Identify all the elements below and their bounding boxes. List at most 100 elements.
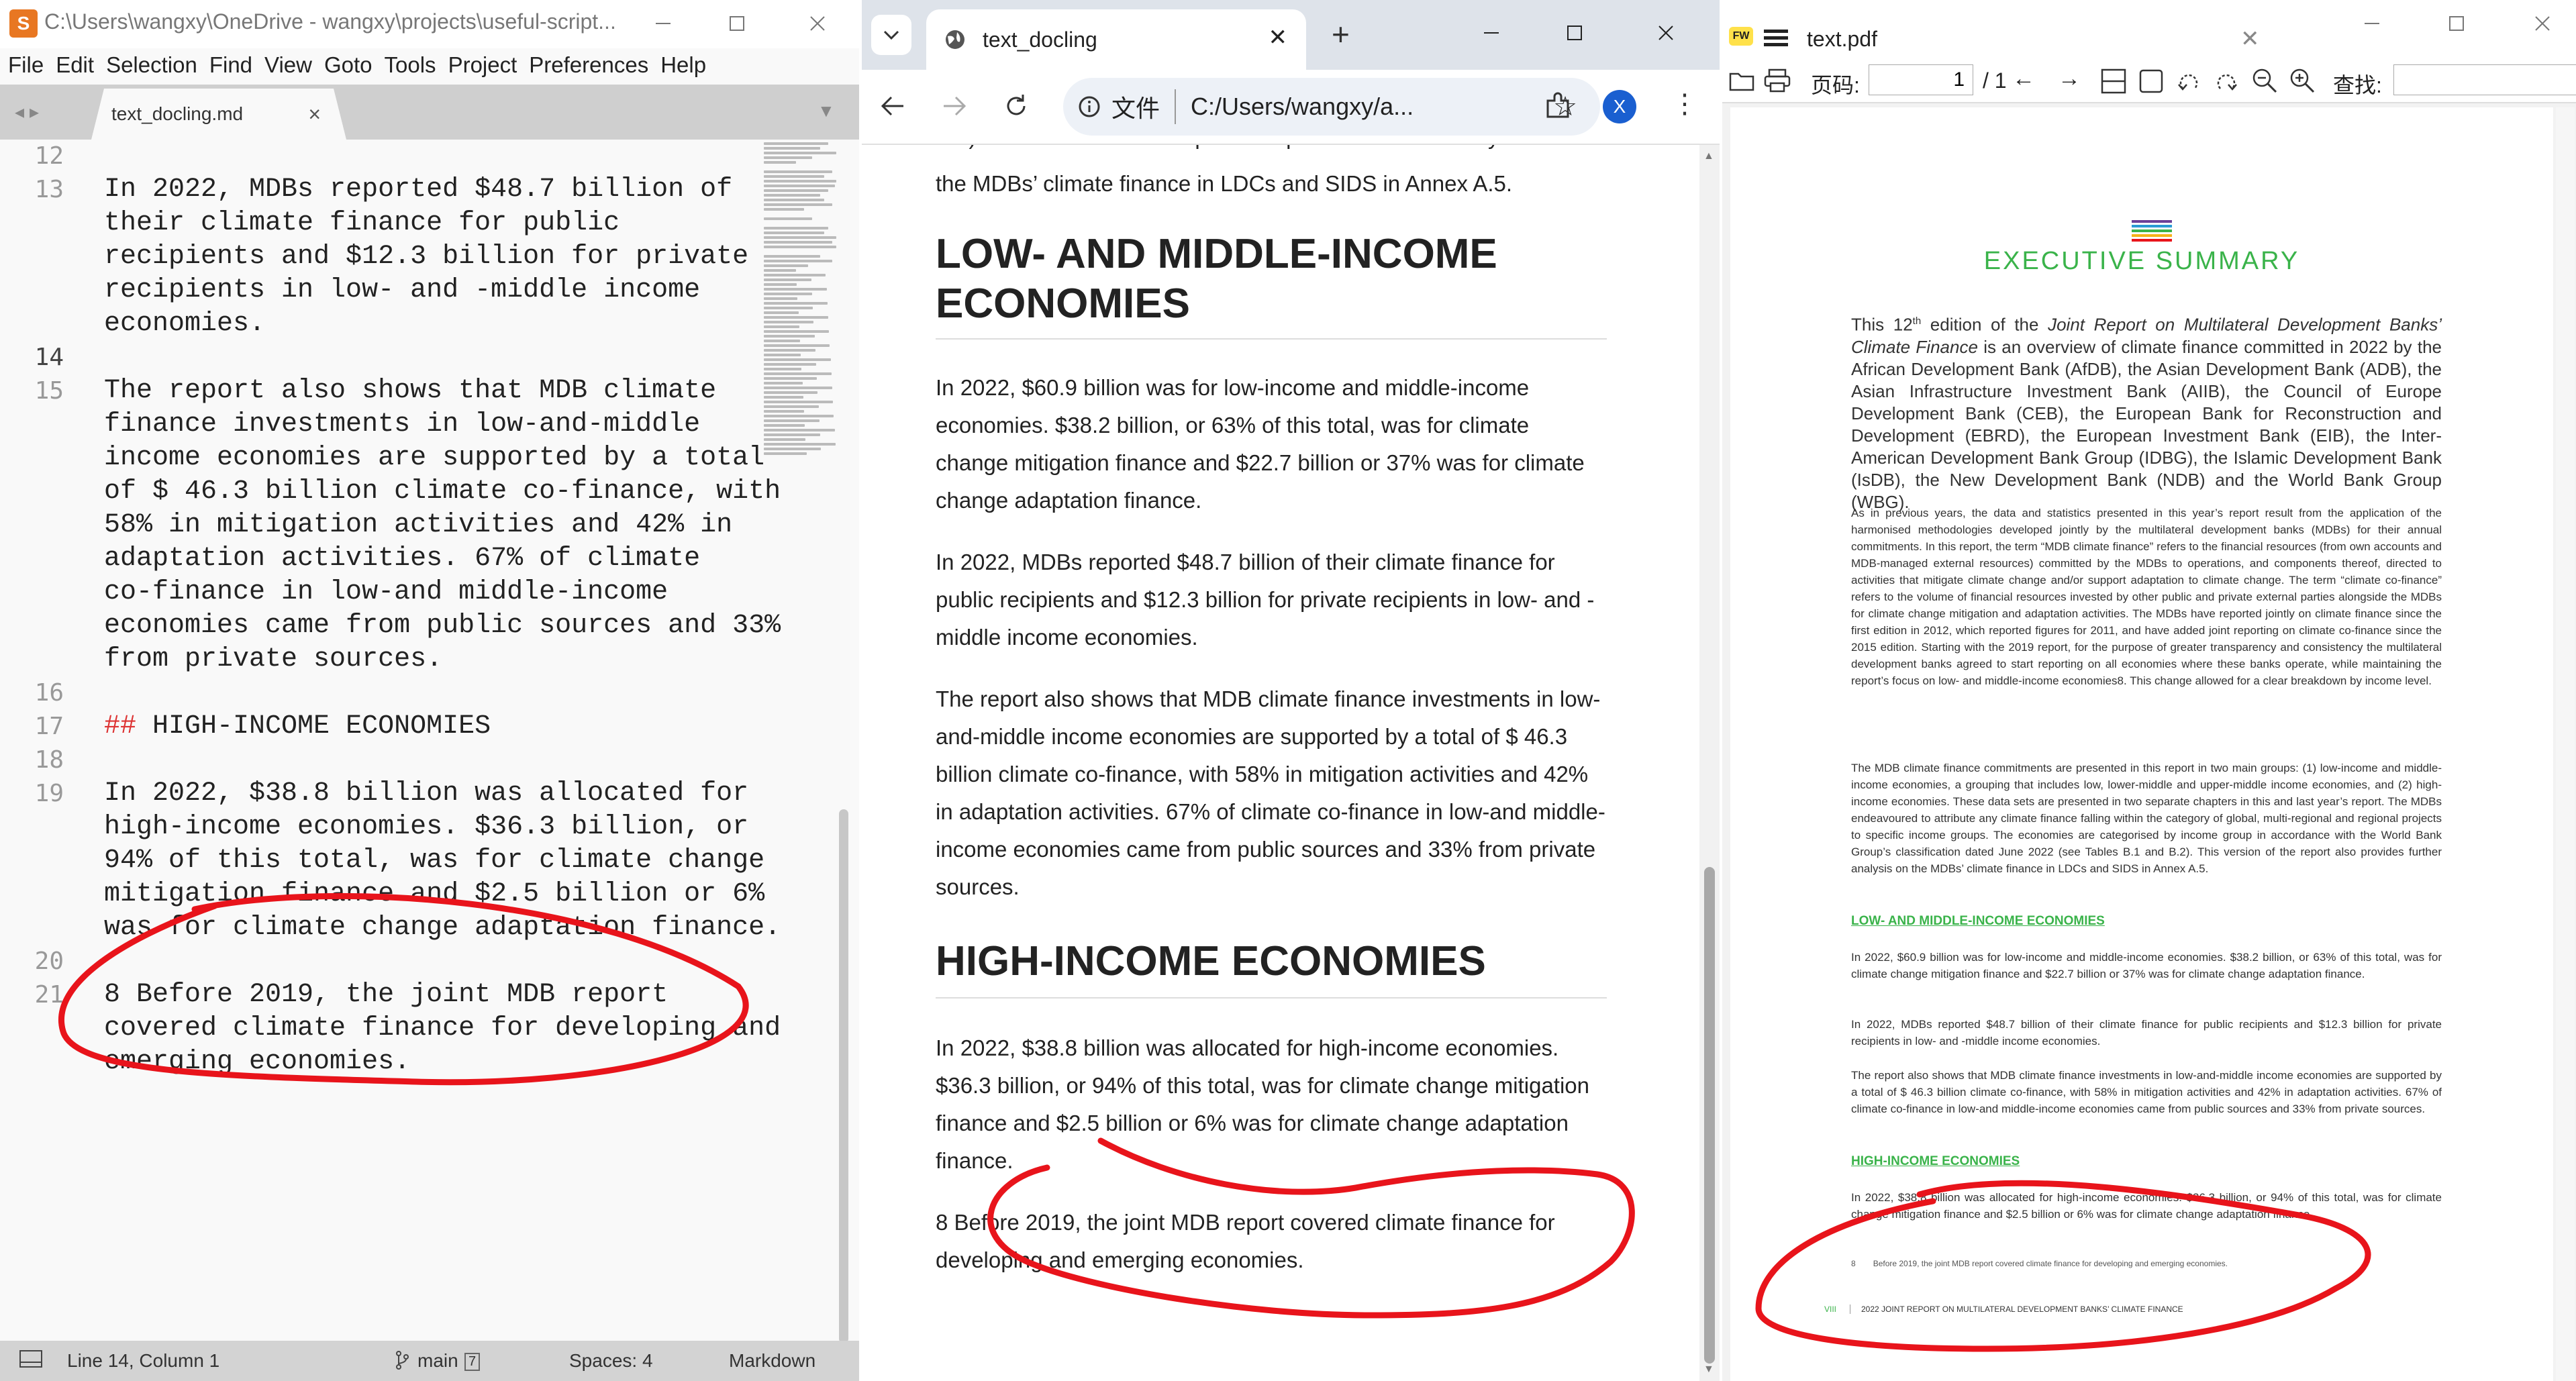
menu-item-tools[interactable]: Tools — [385, 52, 436, 78]
minimap-line — [764, 152, 836, 154]
paragraph: In 2022, $38.8 billion was allocated for… — [1851, 1191, 2442, 1221]
scroll-up-icon[interactable]: ▲ — [1703, 150, 1714, 162]
line-number[interactable]: 16 — [0, 679, 64, 707]
code-line: from private sources. — [104, 644, 443, 674]
intro-rest: is an overview of climate finance commit… — [1851, 336, 2442, 512]
menu-item-find[interactable]: Find — [209, 52, 252, 78]
fit-width-icon[interactable] — [2101, 68, 2126, 94]
open-folder-icon[interactable] — [1729, 70, 1756, 93]
rotate-right-icon[interactable] — [2214, 68, 2239, 94]
tab-nav-arrows-icon[interactable]: ◂▸ — [15, 101, 44, 123]
heading-hash: ## — [104, 711, 137, 741]
close-button[interactable] — [799, 7, 836, 40]
page-number-input[interactable] — [1869, 64, 1973, 95]
panel-toggle-icon[interactable] — [19, 1349, 43, 1369]
editor-scrollbar[interactable] — [839, 809, 848, 1343]
tab-close-icon[interactable]: × — [308, 102, 321, 127]
menu-item-view[interactable]: View — [264, 52, 312, 78]
info-icon[interactable] — [1078, 95, 1101, 118]
intro-prefix: This 12 — [1851, 314, 1913, 335]
scrollbar-thumb[interactable] — [1704, 867, 1715, 1364]
close-button[interactable] — [1647, 16, 1685, 50]
hamburger-menu-icon[interactable] — [1764, 28, 1788, 48]
previous-page-icon[interactable]: ← — [2012, 66, 2035, 92]
fit-page-icon[interactable] — [2138, 68, 2164, 94]
menu-item-help[interactable]: Help — [660, 52, 706, 78]
line-number[interactable]: 18 — [0, 746, 64, 774]
paragraph: In 2022, $60.9 billion was for low-incom… — [1851, 951, 2442, 980]
code-line: mitigation finance and $2.5 billion or 6… — [104, 879, 765, 909]
back-arrow-icon[interactable] — [879, 93, 906, 119]
line-number[interactable]: 17 — [0, 713, 64, 740]
minimap-line — [764, 156, 812, 159]
extensions-icon[interactable] — [1544, 91, 1573, 121]
line-number[interactable]: 21 — [0, 981, 64, 1009]
minimap-line — [764, 274, 826, 276]
tab-text-docling[interactable]: text_docling ✕ — [926, 9, 1306, 70]
pdf-scrollbar[interactable] — [2556, 107, 2575, 1381]
line-number[interactable]: 20 — [0, 948, 64, 975]
minimize-button[interactable] — [644, 7, 682, 40]
page-footer: 2022 JOINT REPORT ON MULTILATERAL DEVELO… — [1850, 1305, 2183, 1314]
line-number-gutter: 12 13 14 15 16 17 18 19 20 21 — [0, 140, 87, 1341]
minimap-line — [764, 330, 830, 333]
line-number[interactable]: 15 — [0, 377, 64, 405]
footnote: 8 Before 2019, the joint MDB report cover… — [1851, 1259, 2228, 1268]
minimize-button[interactable] — [2353, 7, 2391, 40]
rotate-left-icon[interactable] — [2176, 68, 2201, 94]
line-number[interactable]: 13 — [0, 176, 64, 203]
code-line: The report also shows that MDB climate — [104, 376, 717, 406]
zoom-out-icon[interactable] — [2251, 67, 2278, 94]
minimize-button[interactable] — [1473, 16, 1510, 50]
tab-close-icon[interactable]: ✕ — [2240, 25, 2260, 52]
find-input[interactable] — [2393, 64, 2576, 95]
new-tab-icon[interactable]: + — [1332, 16, 1350, 52]
scroll-down-icon[interactable]: ▼ — [1703, 1364, 1714, 1376]
cursor-position[interactable]: Line 14, Column 1 — [67, 1350, 219, 1372]
zoom-in-icon[interactable] — [2289, 67, 2316, 94]
tab-close-icon[interactable]: ✕ — [1269, 24, 1288, 51]
menu-item-goto[interactable]: Goto — [324, 52, 373, 78]
minimap[interactable] — [764, 142, 844, 505]
print-icon[interactable] — [1764, 68, 1791, 93]
line-number[interactable]: 19 — [0, 780, 64, 807]
maximize-button[interactable] — [718, 7, 756, 40]
intro-mid: edition of the — [1921, 314, 2048, 335]
profile-avatar[interactable]: X — [1603, 90, 1636, 123]
minimap-line — [764, 387, 832, 389]
menu-item-project[interactable]: Project — [448, 52, 517, 78]
next-page-icon[interactable]: → — [2058, 66, 2081, 92]
menu-item-selection[interactable]: Selection — [106, 52, 197, 78]
tab-text-docling[interactable]: text_docling.md × — [91, 89, 346, 140]
minimap-line — [764, 278, 811, 281]
line-number[interactable]: 14 — [0, 344, 64, 371]
code-line: co-finance in low-and middle-income — [104, 577, 668, 607]
menu-item-edit[interactable]: Edit — [56, 52, 94, 78]
line-number[interactable]: 12 — [0, 142, 64, 170]
minimap-line — [764, 452, 807, 455]
menu-item-file[interactable]: File — [8, 52, 44, 78]
indentation-setting[interactable]: Spaces: 4 — [569, 1350, 653, 1372]
minimap-line — [764, 293, 812, 295]
minimap-line — [764, 410, 804, 413]
maximize-button[interactable] — [1556, 16, 1593, 50]
tab-dropdown-icon[interactable]: ▼ — [818, 101, 835, 121]
close-button[interactable] — [2524, 7, 2561, 40]
page-scrollbar[interactable]: ▲ ▼ — [1699, 145, 1720, 1381]
minimap-line — [764, 199, 824, 201]
page-content: B.2). This version of the report also pr… — [862, 145, 1699, 1381]
menu-item-preferences[interactable]: Preferences — [529, 52, 648, 78]
git-branch[interactable]: main — [417, 1350, 458, 1372]
tab-search-button[interactable] — [871, 15, 911, 55]
app-logo-icon: FW — [1729, 27, 1753, 46]
reload-icon[interactable] — [1003, 93, 1030, 119]
address-bar[interactable]: 文件 C:/Users/wangxy/a... ☆ — [1063, 78, 1600, 136]
forward-arrow-icon[interactable] — [941, 93, 968, 119]
url-text[interactable]: C:/Users/wangxy/a... — [1191, 93, 1414, 121]
minimap-line — [764, 147, 820, 150]
chrome-toolbar: 文件 C:/Users/wangxy/a... ☆ X ⋮ — [862, 70, 1720, 145]
maximize-button[interactable] — [2438, 7, 2475, 40]
syntax-setting[interactable]: Markdown — [729, 1350, 815, 1372]
pdf-titlebar: FW text.pdf ✕ — [1722, 0, 2576, 59]
more-menu-icon[interactable]: ⋮ — [1671, 89, 1698, 119]
